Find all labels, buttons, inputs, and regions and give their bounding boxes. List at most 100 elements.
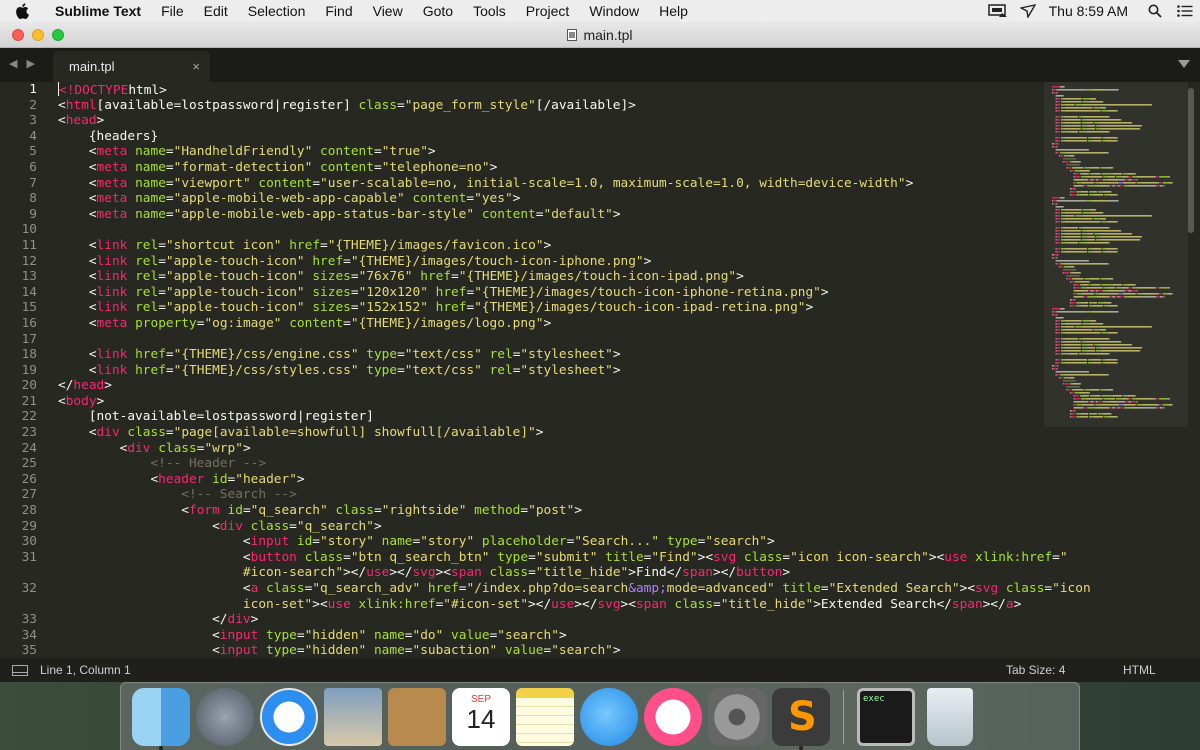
code-token: "152x152" xyxy=(358,300,428,316)
code-line[interactable] xyxy=(58,222,1048,238)
code-line[interactable]: </div> xyxy=(58,612,1048,628)
code-line[interactable]: <input type="hidden" name="do" value="se… xyxy=(58,628,1048,644)
notes-icon[interactable] xyxy=(516,687,574,746)
clock[interactable]: Thu 8:59 AM xyxy=(1043,3,1140,19)
minimap-token xyxy=(1116,359,1118,361)
apple-menu-icon[interactable] xyxy=(0,3,44,19)
safari-icon[interactable] xyxy=(260,687,318,746)
code-line[interactable]: <form id="q_search" class="rightside" me… xyxy=(58,503,1048,519)
minimap-token xyxy=(1061,242,1069,244)
code-line[interactable]: #icon-search"></use></svg><span class="t… xyxy=(58,565,1048,581)
syntax-selector[interactable]: HTML xyxy=(1123,663,1200,677)
code-line[interactable]: <input type="hidden" name="subaction" va… xyxy=(58,643,1048,658)
code-line[interactable]: <header id="header"> xyxy=(58,472,1048,488)
vertical-scrollbar[interactable] xyxy=(1188,88,1194,233)
close-window-button[interactable] xyxy=(12,29,24,41)
tab-dropdown-icon[interactable] xyxy=(1178,60,1190,68)
menu-project[interactable]: Project xyxy=(516,0,580,22)
mail-icon[interactable] xyxy=(324,687,382,746)
minimap[interactable] xyxy=(1048,82,1188,422)
code-line[interactable]: </head> xyxy=(58,378,1048,394)
menu-app-name[interactable]: Sublime Text xyxy=(44,0,151,22)
calendar-icon[interactable]: SEP 14 xyxy=(452,687,510,746)
code-line[interactable]: <link rel="apple-touch-icon" sizes="76x7… xyxy=(58,269,1048,285)
code-line[interactable]: <button class="btn q_search_btn" type="s… xyxy=(58,550,1068,566)
minimap-token xyxy=(1169,398,1170,400)
messages-icon[interactable] xyxy=(580,687,638,746)
menu-find[interactable]: Find xyxy=(315,0,362,22)
panel-toggle-icon[interactable] xyxy=(12,664,28,676)
system-preferences-icon[interactable] xyxy=(708,687,766,746)
trash-icon[interactable] xyxy=(927,687,973,746)
code-line[interactable]: <meta name="HandheldFriendly" content="t… xyxy=(58,144,1048,160)
tab-main-tpl[interactable]: main.tpl × xyxy=(53,51,210,82)
code-line[interactable]: <link rel="apple-touch-icon" sizes="120x… xyxy=(58,285,1048,301)
code-line[interactable]: <meta name="apple-mobile-web-app-capable… xyxy=(58,191,1048,207)
code-editor[interactable]: 1 2 3 4 5 6 7 8 9 10 11 12 13 14 15 16 17 18 19 20 21 22 23 24 2… xyxy=(0,82,1200,658)
code-line[interactable]: [not-available=lostpassword|register] xyxy=(58,409,1048,425)
code-line[interactable]: <input id="story" name="story" placehold… xyxy=(58,534,1048,550)
minimap-token xyxy=(1092,194,1094,196)
code-line[interactable]: <meta name="apple-mobile-web-app-status-… xyxy=(58,207,1048,223)
code-token: placeholder xyxy=(481,534,567,550)
code-line[interactable]: <!-- Header --> xyxy=(58,456,1048,472)
code-line[interactable]: <meta name="format-detection" content="t… xyxy=(58,160,1048,176)
cursor-position[interactable]: Line 1, Column 1 xyxy=(40,663,131,677)
title-bar[interactable]: main.tpl xyxy=(0,22,1200,48)
code-line[interactable]: icon-set"><use xlink:href="#icon-set"></… xyxy=(58,597,1048,613)
code-line[interactable]: <link rel="shortcut icon" href="{THEME}/… xyxy=(58,238,1048,254)
code-line[interactable]: <body> xyxy=(58,394,1048,410)
minimap-token xyxy=(1088,323,1090,325)
code-line[interactable]: <!DOCTYPEhtml> xyxy=(58,82,1048,98)
minimap-token xyxy=(1063,266,1069,268)
code-line[interactable]: <div class="q_search"> xyxy=(58,519,1048,535)
code-line[interactable]: <!-- Search --> xyxy=(58,487,1048,503)
menu-goto[interactable]: Goto xyxy=(413,0,463,22)
search-icon[interactable] xyxy=(1140,0,1170,22)
finder-icon[interactable] xyxy=(132,687,190,750)
minimap-token xyxy=(1063,233,1065,235)
code-line[interactable]: {headers} xyxy=(58,129,1048,145)
code-line[interactable]: <div class="wrp"> xyxy=(58,441,1048,457)
menu-help[interactable]: Help xyxy=(649,0,698,22)
code-line[interactable]: <link href="{THEME}/css/engine.css" type… xyxy=(58,347,1048,363)
minimap-token xyxy=(1091,89,1107,91)
code-line[interactable]: <meta name="viewport" content="user-scal… xyxy=(58,176,1048,192)
tab-size-selector[interactable]: Tab Size: 4 xyxy=(1006,663,1123,677)
display-icon[interactable] xyxy=(983,0,1013,22)
menu-view[interactable]: View xyxy=(363,0,413,22)
code-token: html> xyxy=(128,83,167,98)
location-icon[interactable] xyxy=(1013,0,1043,22)
code-area[interactable]: <!DOCTYPEhtml> <html[available=lostpasswo… xyxy=(58,82,1091,658)
code-line[interactable]: <link rel="apple-touch-icon" href="{THEM… xyxy=(58,254,1048,270)
code-line[interactable]: <meta property="og:image" content="{THEM… xyxy=(58,316,1048,332)
contacts-icon[interactable] xyxy=(388,687,446,746)
code-line[interactable]: <link rel="apple-touch-icon" sizes="152x… xyxy=(58,300,1048,316)
code-line[interactable]: <a class="q_search_adv" href="/index.php… xyxy=(58,581,1091,597)
tab-nav-arrows-icon[interactable]: ◀ ▶ xyxy=(9,57,38,70)
list-icon[interactable] xyxy=(1170,0,1200,22)
exec-terminal-icon[interactable]: exec xyxy=(857,687,915,746)
code-token: name xyxy=(381,534,413,550)
minimap-token xyxy=(1086,242,1109,244)
menu-window[interactable]: Window xyxy=(579,0,649,22)
minimize-window-button[interactable] xyxy=(32,29,44,41)
code-line[interactable] xyxy=(58,332,1048,348)
sublime-text-icon[interactable] xyxy=(772,687,830,750)
itunes-icon[interactable] xyxy=(644,687,702,746)
menu-tools[interactable]: Tools xyxy=(463,0,516,22)
code-line[interactable]: <html[available=lostpassword|register] c… xyxy=(58,98,1048,114)
menu-selection[interactable]: Selection xyxy=(238,0,316,22)
line-number: 10 xyxy=(21,222,37,238)
launchpad-icon[interactable] xyxy=(196,687,254,746)
minimap-token xyxy=(1076,302,1080,304)
minimap-token xyxy=(1085,119,1087,121)
menu-file[interactable]: File xyxy=(151,0,194,22)
menu-edit[interactable]: Edit xyxy=(194,0,238,22)
code-line[interactable]: <div class="page[available=showfull] sho… xyxy=(58,425,1048,441)
minimap-token xyxy=(1070,392,1074,394)
tab-close-icon[interactable]: × xyxy=(192,59,200,74)
maximize-window-button[interactable] xyxy=(52,29,64,41)
code-line[interactable]: <head> xyxy=(58,113,1048,129)
code-line[interactable]: <link href="{THEME}/css/styles.css" type… xyxy=(58,363,1048,379)
